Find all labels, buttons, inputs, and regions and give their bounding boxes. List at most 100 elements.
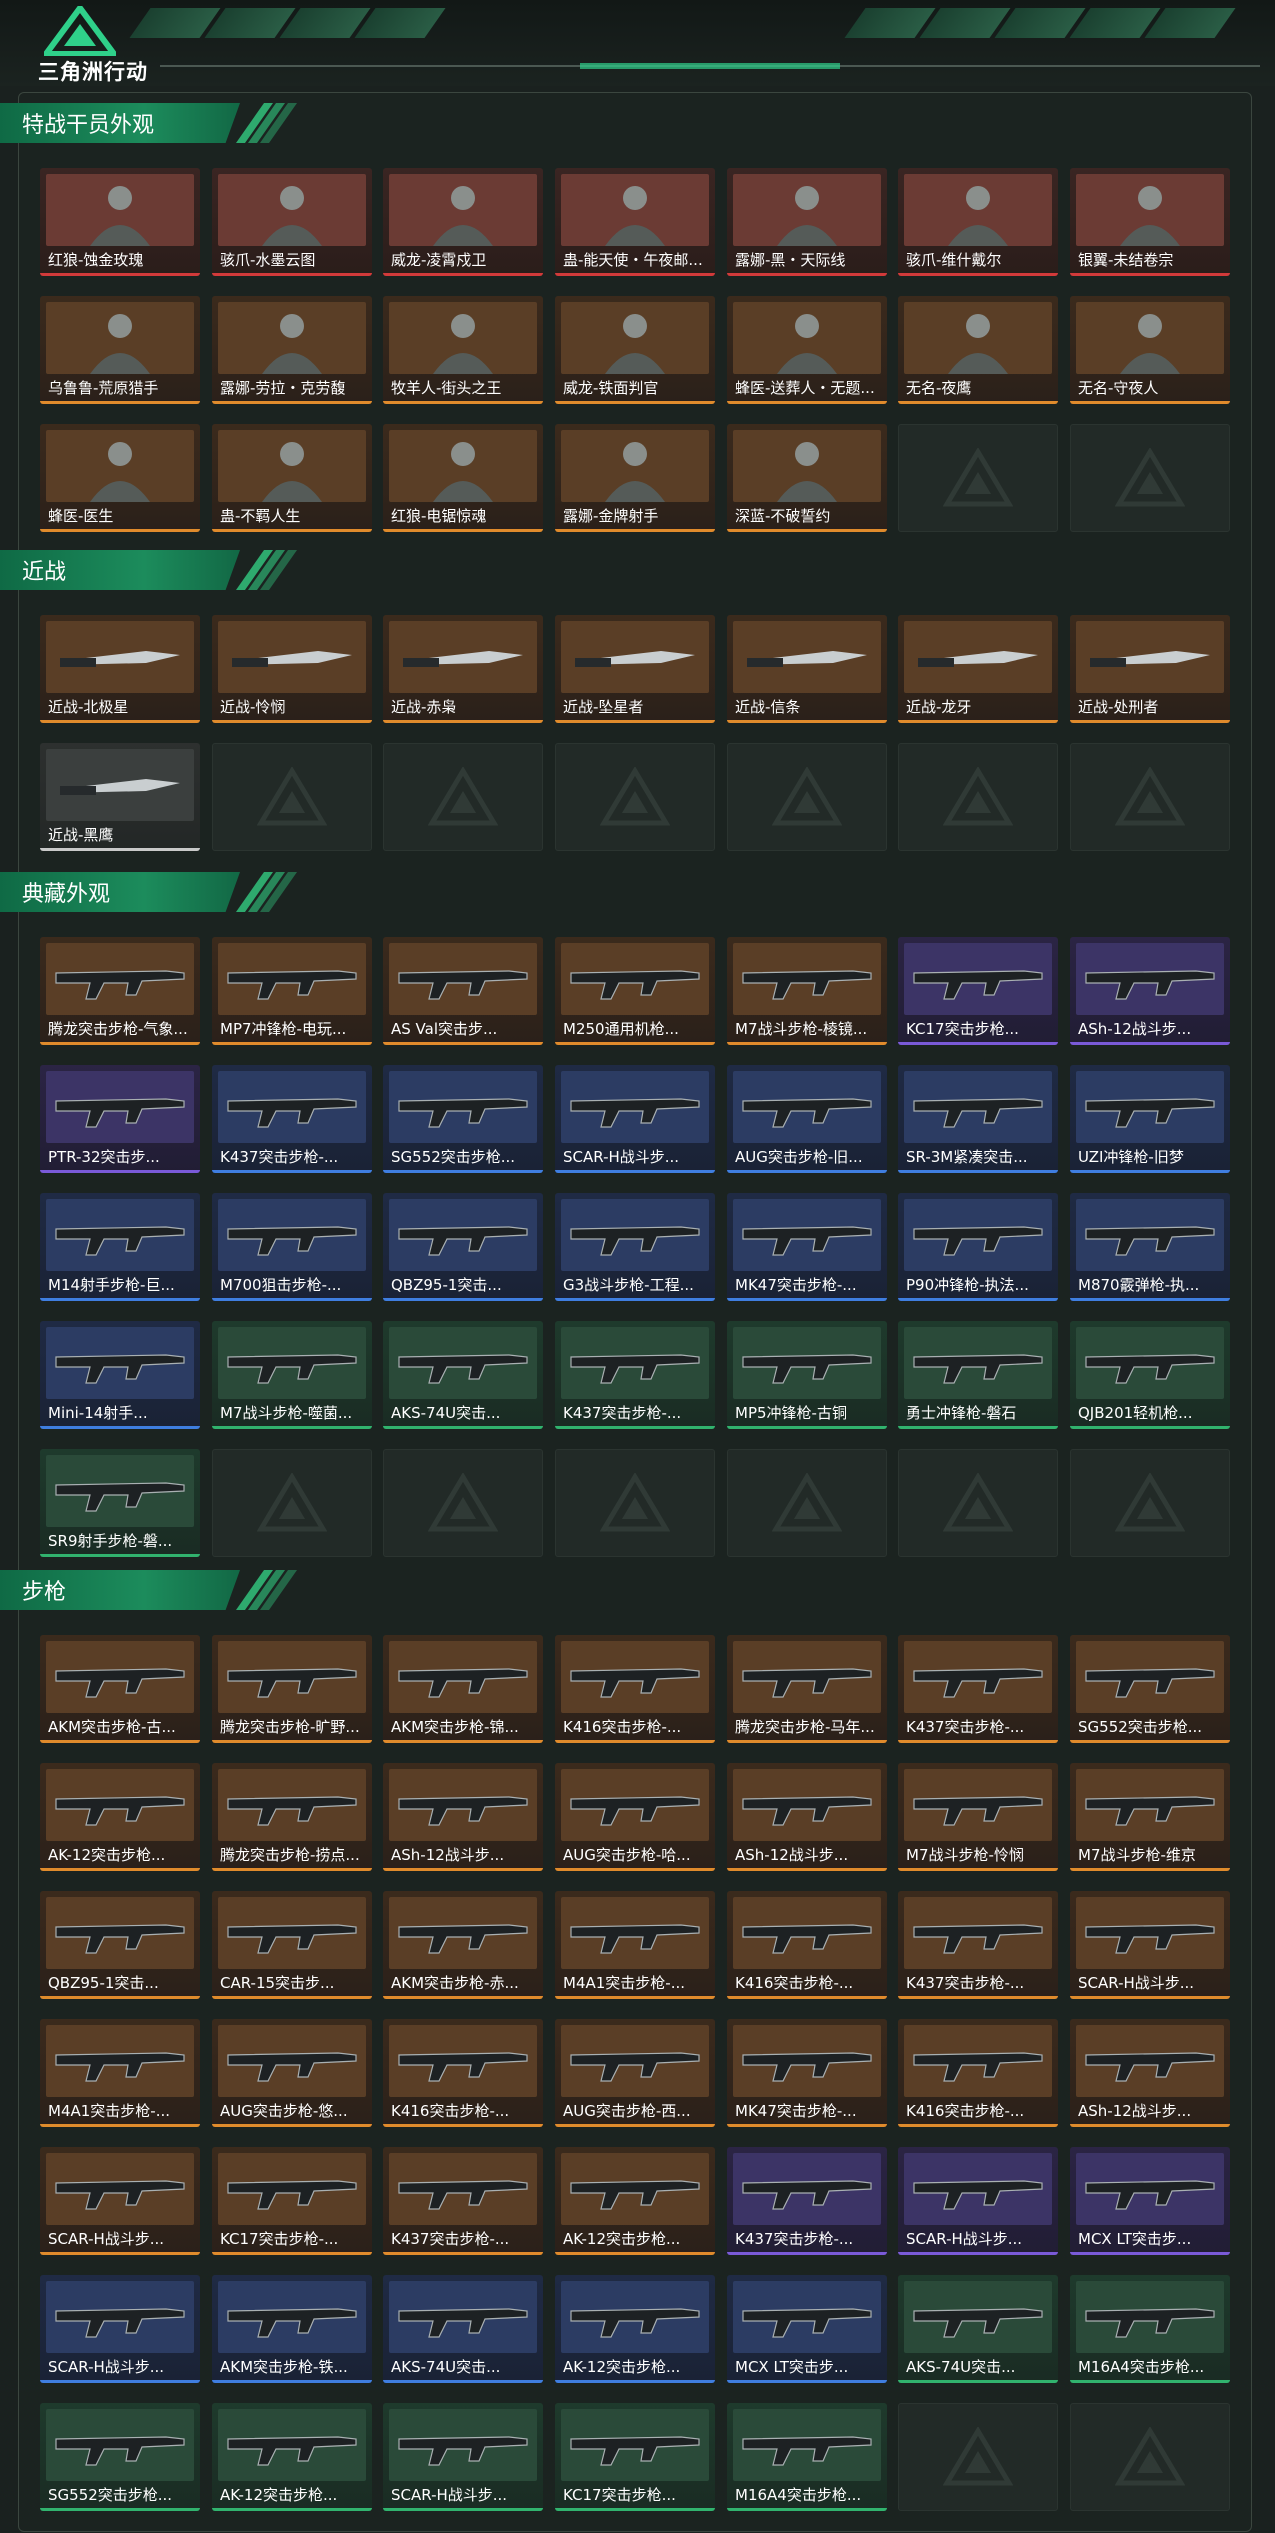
item-card[interactable]: K437突击步枪-... bbox=[898, 1635, 1058, 1743]
item-card[interactable]: K416突击步枪-... bbox=[898, 2019, 1058, 2127]
item-card[interactable]: K437突击步枪-... bbox=[212, 1065, 372, 1173]
item-card[interactable]: 蜂医-医生 bbox=[40, 424, 200, 532]
item-card[interactable]: 腾龙突击步枪-气象... bbox=[40, 937, 200, 1045]
item-card[interactable]: 蛊-能天使・午夜邮... bbox=[555, 168, 715, 276]
item-card[interactable]: ASh-12战斗步... bbox=[727, 1763, 887, 1871]
item-card[interactable]: AS Val突击步... bbox=[383, 937, 543, 1045]
item-card[interactable]: 威龙-铁面判官 bbox=[555, 296, 715, 404]
item-card[interactable]: AUG突击步枪-西... bbox=[555, 2019, 715, 2127]
item-card[interactable]: AKS-74U突击... bbox=[898, 2275, 1058, 2383]
item-card[interactable]: M250通用机枪... bbox=[555, 937, 715, 1045]
item-card[interactable]: ASh-12战斗步... bbox=[383, 1763, 543, 1871]
item-card[interactable]: MK47突击步枪-... bbox=[727, 1193, 887, 1301]
item-card[interactable]: M7战斗步枪-噬菌... bbox=[212, 1321, 372, 1429]
item-card[interactable]: 近战-黑鹰 bbox=[40, 743, 200, 851]
item-card[interactable]: 无名-夜鹰 bbox=[898, 296, 1058, 404]
item-card[interactable]: 近战-赤枭 bbox=[383, 615, 543, 723]
item-card[interactable]: PTR-32突击步... bbox=[40, 1065, 200, 1173]
item-card[interactable]: M7战斗步枪-维京 bbox=[1070, 1763, 1230, 1871]
item-card[interactable]: AKS-74U突击... bbox=[383, 1321, 543, 1429]
item-card[interactable]: M16A4突击步枪... bbox=[1070, 2275, 1230, 2383]
item-card[interactable]: 红狼-蚀金玫瑰 bbox=[40, 168, 200, 276]
item-card[interactable]: AKM突击步枪-锦... bbox=[383, 1635, 543, 1743]
item-card[interactable]: MP7冲锋枪-电玩... bbox=[212, 937, 372, 1045]
item-card[interactable]: P90冲锋枪-执法... bbox=[898, 1193, 1058, 1301]
item-card[interactable]: AK-12突击步枪... bbox=[555, 2147, 715, 2255]
item-card[interactable]: 骇爪-维什戴尔 bbox=[898, 168, 1058, 276]
item-card[interactable]: AUG突击步枪-哈... bbox=[555, 1763, 715, 1871]
item-card[interactable]: 近战-龙牙 bbox=[898, 615, 1058, 723]
item-card[interactable]: M870霰弹枪-执... bbox=[1070, 1193, 1230, 1301]
item-card[interactable]: QBZ95-1突击... bbox=[40, 1891, 200, 1999]
item-card[interactable]: M16A4突击步枪... bbox=[727, 2403, 887, 2511]
item-card[interactable]: M14射手步枪-巨... bbox=[40, 1193, 200, 1301]
item-card[interactable]: M4A1突击步枪-... bbox=[40, 2019, 200, 2127]
item-card[interactable]: 深蓝-不破誓约 bbox=[727, 424, 887, 532]
item-card[interactable]: AKM突击步枪-赤... bbox=[383, 1891, 543, 1999]
item-card[interactable]: KC17突击步枪... bbox=[555, 2403, 715, 2511]
item-card[interactable]: M7战斗步枪-棱镜... bbox=[727, 937, 887, 1045]
item-card[interactable]: SCAR-H战斗步... bbox=[555, 1065, 715, 1173]
item-card[interactable]: AKM突击步枪-古... bbox=[40, 1635, 200, 1743]
item-card[interactable]: K437突击步枪-... bbox=[383, 2147, 543, 2255]
item-card[interactable]: M4A1突击步枪-... bbox=[555, 1891, 715, 1999]
item-card[interactable]: KC17突击步枪... bbox=[898, 937, 1058, 1045]
item-card[interactable]: 红狼-电锯惊魂 bbox=[383, 424, 543, 532]
item-card[interactable]: SG552突击步枪... bbox=[40, 2403, 200, 2511]
item-card[interactable]: 蜂医-送葬人・无题... bbox=[727, 296, 887, 404]
item-card[interactable]: AUG突击步枪-悠... bbox=[212, 2019, 372, 2127]
item-card[interactable]: K437突击步枪-... bbox=[727, 2147, 887, 2255]
item-card[interactable]: ASh-12战斗步... bbox=[1070, 2019, 1230, 2127]
item-card[interactable]: AK-12突击步枪... bbox=[40, 1763, 200, 1871]
item-card[interactable]: K416突击步枪-... bbox=[727, 1891, 887, 1999]
item-card[interactable]: 勇士冲锋枪-磐石 bbox=[898, 1321, 1058, 1429]
item-card[interactable]: AKM突击步枪-铁... bbox=[212, 2275, 372, 2383]
item-card[interactable]: 牧羊人-街头之王 bbox=[383, 296, 543, 404]
item-card[interactable]: 近战-处刑者 bbox=[1070, 615, 1230, 723]
item-card[interactable]: K416突击步枪-... bbox=[383, 2019, 543, 2127]
item-card[interactable]: K416突击步枪-... bbox=[555, 1635, 715, 1743]
item-card[interactable]: 无名-守夜人 bbox=[1070, 296, 1230, 404]
item-card[interactable]: 近战-坠星者 bbox=[555, 615, 715, 723]
item-card[interactable]: CAR-15突击步... bbox=[212, 1891, 372, 1999]
item-card[interactable]: SG552突击步枪... bbox=[1070, 1635, 1230, 1743]
item-card[interactable]: UZI冲锋枪-旧梦 bbox=[1070, 1065, 1230, 1173]
item-card[interactable]: 腾龙突击步枪-捞点... bbox=[212, 1763, 372, 1871]
item-card[interactable]: 近战-北极星 bbox=[40, 615, 200, 723]
item-card[interactable]: AUG突击步枪-旧... bbox=[727, 1065, 887, 1173]
item-card[interactable]: 乌鲁鲁-荒原猎手 bbox=[40, 296, 200, 404]
item-card[interactable]: 腾龙突击步枪-马年... bbox=[727, 1635, 887, 1743]
item-card[interactable]: K437突击步枪-... bbox=[898, 1891, 1058, 1999]
item-card[interactable]: AKS-74U突击... bbox=[383, 2275, 543, 2383]
item-card[interactable]: 威龙-凌霄戍卫 bbox=[383, 168, 543, 276]
item-card[interactable]: SR-3M紧凑突击... bbox=[898, 1065, 1058, 1173]
item-card[interactable]: 近战-信条 bbox=[727, 615, 887, 723]
item-card[interactable]: SR9射手步枪-磐... bbox=[40, 1449, 200, 1557]
item-card[interactable]: MP5冲锋枪-古铜 bbox=[727, 1321, 887, 1429]
item-card[interactable]: 露娜-金牌射手 bbox=[555, 424, 715, 532]
item-card[interactable]: SCAR-H战斗步... bbox=[40, 2147, 200, 2255]
item-card[interactable]: 腾龙突击步枪-旷野... bbox=[212, 1635, 372, 1743]
item-card[interactable]: AK-12突击步枪... bbox=[555, 2275, 715, 2383]
item-card[interactable]: SCAR-H战斗步... bbox=[383, 2403, 543, 2511]
item-card[interactable]: M700狙击步枪-... bbox=[212, 1193, 372, 1301]
item-card[interactable]: SCAR-H战斗步... bbox=[1070, 1891, 1230, 1999]
item-card[interactable]: 银翼-未结卷宗 bbox=[1070, 168, 1230, 276]
item-card[interactable]: MCX LT突击步... bbox=[1070, 2147, 1230, 2255]
item-card[interactable]: 露娜-黑・天际线 bbox=[727, 168, 887, 276]
item-card[interactable]: SCAR-H战斗步... bbox=[40, 2275, 200, 2383]
item-card[interactable]: SCAR-H战斗步... bbox=[898, 2147, 1058, 2255]
item-card[interactable]: SG552突击步枪... bbox=[383, 1065, 543, 1173]
item-card[interactable]: QBZ95-1突击... bbox=[383, 1193, 543, 1301]
item-card[interactable]: MK47突击步枪-... bbox=[727, 2019, 887, 2127]
item-card[interactable]: Mini-14射手... bbox=[40, 1321, 200, 1429]
item-card[interactable]: M7战斗步枪-怜悯 bbox=[898, 1763, 1058, 1871]
item-card[interactable]: ASh-12战斗步... bbox=[1070, 937, 1230, 1045]
item-card[interactable]: MCX LT突击步... bbox=[727, 2275, 887, 2383]
item-card[interactable]: 骇爪-水墨云图 bbox=[212, 168, 372, 276]
item-card[interactable]: QJB201轻机枪... bbox=[1070, 1321, 1230, 1429]
item-card[interactable]: AK-12突击步枪... bbox=[212, 2403, 372, 2511]
item-card[interactable]: K437突击步枪-... bbox=[555, 1321, 715, 1429]
item-card[interactable]: 露娜-劳拉・克劳馥 bbox=[212, 296, 372, 404]
item-card[interactable]: 近战-怜悯 bbox=[212, 615, 372, 723]
